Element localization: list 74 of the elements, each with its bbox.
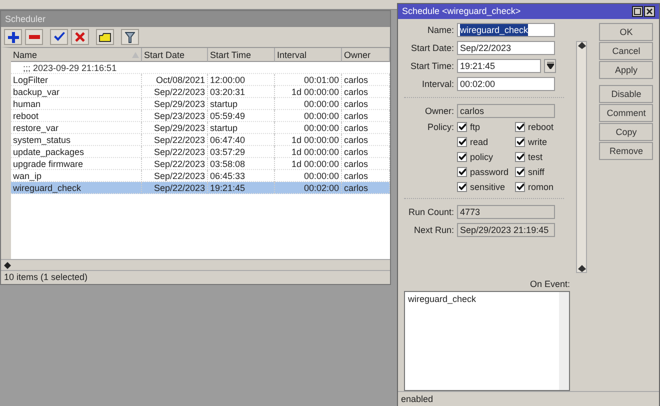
table-row[interactable]: upgrade firmware Sep/22/2023 03:58:08 1d 00:00:00 carlos (11, 158, 390, 170)
dialog-button[interactable]: Cancel (599, 42, 653, 60)
field-label: Interval: (420, 78, 454, 89)
remove-button[interactable] (25, 29, 43, 45)
table-cell: Sep/22/2023 (142, 182, 208, 194)
policy-checkbox[interactable]: write (515, 136, 569, 147)
plus-icon (8, 32, 18, 42)
window-title: Schedule <wireguard_check> (402, 6, 521, 16)
policy-checkbox[interactable]: sensitive (457, 182, 515, 192)
minus-icon (28, 35, 40, 39)
script-editor[interactable]: wireguard_check (404, 290, 570, 391)
status-text: enabled (398, 391, 659, 406)
table-row[interactable]: update_packages Sep/22/2023 03:57:29 1d 00:00:00 carlos (11, 146, 390, 158)
cross-icon (75, 32, 85, 42)
filter-button[interactable] (121, 29, 139, 45)
input-field: Sep/29/2023 21:19:45 (457, 222, 555, 237)
policy-checkbox[interactable]: read (457, 136, 515, 147)
comment-button[interactable] (96, 29, 114, 45)
table-row[interactable]: backup_var Sep/22/2023 03:20:31 1d 00:00:00 carlos (11, 86, 390, 98)
close-icon[interactable] (644, 6, 655, 17)
table-row[interactable]: reboot Sep/23/2023 05:59:49 00:00:00 carlos (11, 110, 390, 122)
policy-checkbox[interactable]: policy (457, 152, 515, 162)
field-label: On Event: (528, 278, 570, 289)
field-label: Start Time: (409, 60, 454, 71)
dialog-button[interactable]: OK (599, 22, 653, 41)
policy-checkbox[interactable]: romon (515, 182, 569, 192)
scrollbar[interactable] (576, 40, 588, 273)
table-cell: 00:02:00 (275, 182, 342, 194)
table-row[interactable]: wireguard_check Sep/22/2023 19:21:45 00:02:00 carlos (11, 182, 390, 194)
policy-checkbox[interactable]: test (515, 152, 569, 162)
scroll-down-icon[interactable] (578, 264, 586, 272)
table-row[interactable]: restore_var Sep/29/2023 startup 00:00:00 carlos (11, 122, 390, 134)
window-title: Scheduler (5, 14, 46, 24)
filter-icon (125, 32, 135, 42)
field-label: Run Count: (407, 206, 454, 217)
table-cell: 19:21:45 (208, 182, 275, 194)
input-field[interactable]: Sep/22/2023 (457, 40, 555, 55)
caret-icon (546, 62, 554, 70)
table-row[interactable]: system_status Sep/22/2023 06:47:40 1d 00:00:00 carlos (11, 134, 390, 146)
input-field[interactable]: 19:21:45 (457, 58, 541, 73)
dropdown-button[interactable] (544, 58, 556, 73)
disable-button[interactable] (71, 29, 89, 45)
table-cell: carlos (342, 182, 390, 194)
dialog-button[interactable]: Comment (599, 104, 653, 122)
input-field: 4773 (457, 204, 555, 219)
field-label: Next Run: (412, 224, 454, 235)
table-row[interactable]: human Sep/29/2023 startup 00:00:00 carlos (11, 98, 390, 110)
input-field[interactable]: wireguard_check (457, 22, 555, 37)
table-row[interactable]: wan_ip Sep/22/2023 06:45:33 00:00:00 carlos (11, 170, 390, 182)
policy-checkbox[interactable]: sniff (515, 166, 569, 177)
scroll-arrow-icon[interactable] (4, 262, 11, 268)
maximize-icon[interactable] (632, 6, 643, 17)
input-field: carlos (457, 104, 555, 118)
field-label: Start Date: (410, 42, 454, 53)
dialog-button[interactable]: Copy (599, 122, 653, 141)
dialog-button[interactable]: Remove (599, 142, 653, 160)
comment-text: ;;; 2023-09-29 21:16:51 (22, 62, 118, 74)
dialog-button[interactable]: Apply (599, 60, 653, 79)
folder-icon (99, 32, 111, 42)
add-button[interactable] (4, 29, 22, 45)
policy-checkbox[interactable]: reboot (515, 122, 569, 132)
scroll-up-icon[interactable] (578, 42, 586, 49)
dialog-button[interactable]: Disable (599, 84, 653, 103)
table-row[interactable]: LogFilter Oct/08/2021 12:00:00 00:01:00 carlos (11, 74, 390, 86)
field-label: Name: (426, 24, 454, 35)
policy-checkbox[interactable]: password (457, 166, 515, 177)
policy-checkbox[interactable]: ftp (457, 122, 515, 132)
field-label: Policy: (426, 122, 454, 132)
check-icon (54, 32, 64, 42)
field-label: Owner: (424, 106, 454, 116)
status-text: 10 items (1 selected) (1, 270, 390, 284)
table-cell: wireguard_check (11, 182, 142, 194)
input-field[interactable]: 00:02:00 (457, 76, 555, 91)
enable-button[interactable] (50, 29, 68, 45)
